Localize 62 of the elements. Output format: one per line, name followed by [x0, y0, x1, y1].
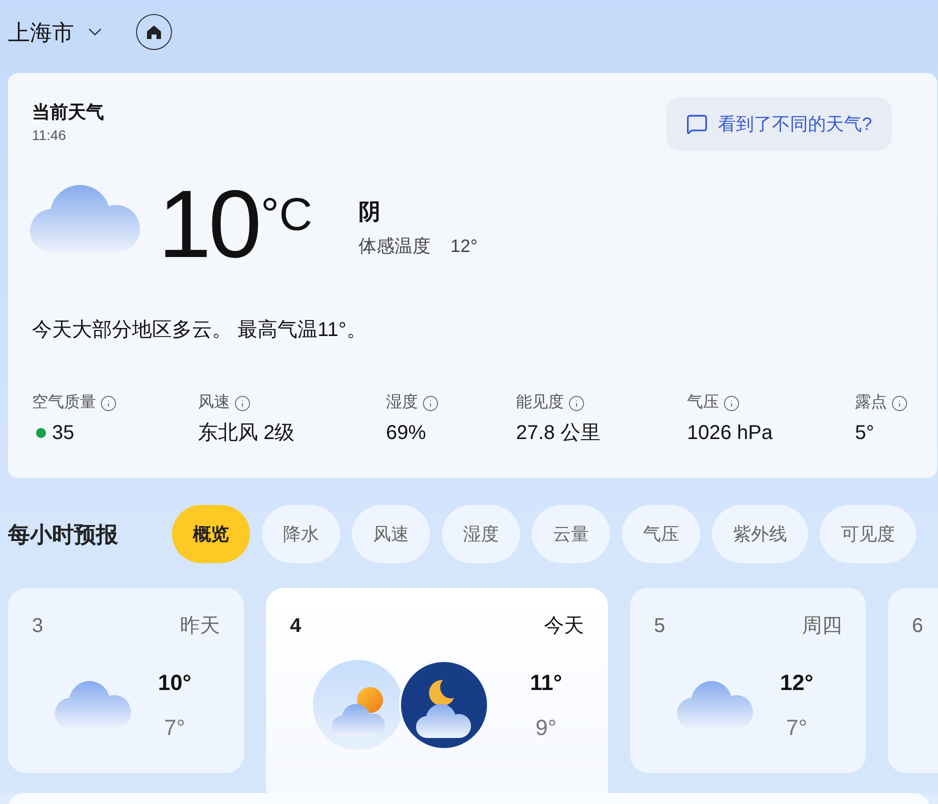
- detail-label: 湿度: [386, 392, 418, 413]
- detail-label: 空气质量: [32, 392, 96, 413]
- detail-value: 5°: [855, 421, 874, 446]
- moon-cloud-icon: [399, 660, 489, 750]
- condition-text: 阴: [358, 198, 382, 226]
- detail-value: 35: [52, 421, 74, 446]
- day-card[interactable]: 6: [888, 588, 938, 773]
- filter-tab[interactable]: 降水: [262, 505, 340, 563]
- filter-tab[interactable]: 云量: [532, 505, 610, 563]
- filter-tab[interactable]: 紫外线: [712, 505, 808, 563]
- city-selector[interactable]: 上海市: [8, 16, 106, 48]
- detail-value: 27.8 公里: [516, 421, 600, 446]
- date-text: 6: [912, 614, 924, 639]
- high-temperature: 10°: [158, 668, 192, 696]
- feels-like-label: 体感温度: [358, 235, 430, 258]
- filter-tab[interactable]: 风速: [352, 505, 430, 563]
- info-icon[interactable]: [234, 394, 251, 412]
- date-text: 4: [290, 614, 302, 639]
- date-text: 3: [32, 614, 44, 639]
- detail-value: 1026 hPa: [687, 421, 773, 446]
- info-icon[interactable]: [568, 394, 585, 412]
- low-temperature: 7°: [164, 714, 186, 742]
- feels-like-value: 12°: [450, 235, 478, 258]
- filter-tab[interactable]: 概览: [172, 505, 250, 563]
- card-title: 当前天气: [32, 101, 104, 124]
- info-icon[interactable]: [422, 394, 439, 412]
- low-temperature: 9°: [536, 714, 557, 742]
- home-button[interactable]: [136, 14, 172, 50]
- date-text: 5: [654, 614, 666, 639]
- feedback-button[interactable]: 看到了不同的天气?: [666, 97, 892, 151]
- temperature-value: 10: [158, 177, 259, 273]
- day-card[interactable]: 5 周四 12° 7°: [630, 588, 866, 773]
- day-text: 周四: [802, 614, 842, 639]
- update-time: 11:46: [32, 126, 67, 145]
- sun-cloud-icon: [313, 660, 403, 750]
- detail-value: 69%: [386, 421, 426, 446]
- day-text: 昨天: [180, 614, 220, 639]
- cloud-icon: [677, 681, 753, 729]
- detail-label: 风速: [198, 392, 230, 413]
- info-icon[interactable]: [100, 394, 117, 412]
- day-card[interactable]: 3 昨天 10° 7°: [8, 588, 244, 773]
- cloud-icon: [55, 681, 131, 729]
- filter-tab[interactable]: 气压: [622, 505, 700, 563]
- filter-tab[interactable]: 可见度: [820, 505, 916, 563]
- detail-value: 东北风 2级: [198, 421, 295, 446]
- info-icon[interactable]: [891, 394, 908, 412]
- temperature-unit: °C: [260, 191, 312, 237]
- day-text: 今天: [544, 614, 584, 639]
- chat-bubble-icon: [686, 113, 708, 135]
- day-card[interactable]: 4 今天 11° 9°: [266, 588, 608, 793]
- info-icon[interactable]: [723, 394, 740, 412]
- weather-summary: 今天大部分地区多云。 最高气温11°。: [32, 318, 368, 343]
- detail-label: 露点: [855, 392, 887, 413]
- home-icon: [146, 24, 162, 40]
- high-temperature: 11°: [530, 668, 562, 696]
- section-title: 每小时预报: [8, 520, 119, 548]
- detail-label: 气压: [687, 393, 719, 413]
- cloud-icon: [30, 185, 140, 253]
- filter-tab[interactable]: 湿度: [442, 505, 520, 563]
- low-temperature: 7°: [786, 714, 808, 742]
- detail-label: 能见度: [516, 392, 564, 413]
- high-temperature: 12°: [780, 668, 814, 696]
